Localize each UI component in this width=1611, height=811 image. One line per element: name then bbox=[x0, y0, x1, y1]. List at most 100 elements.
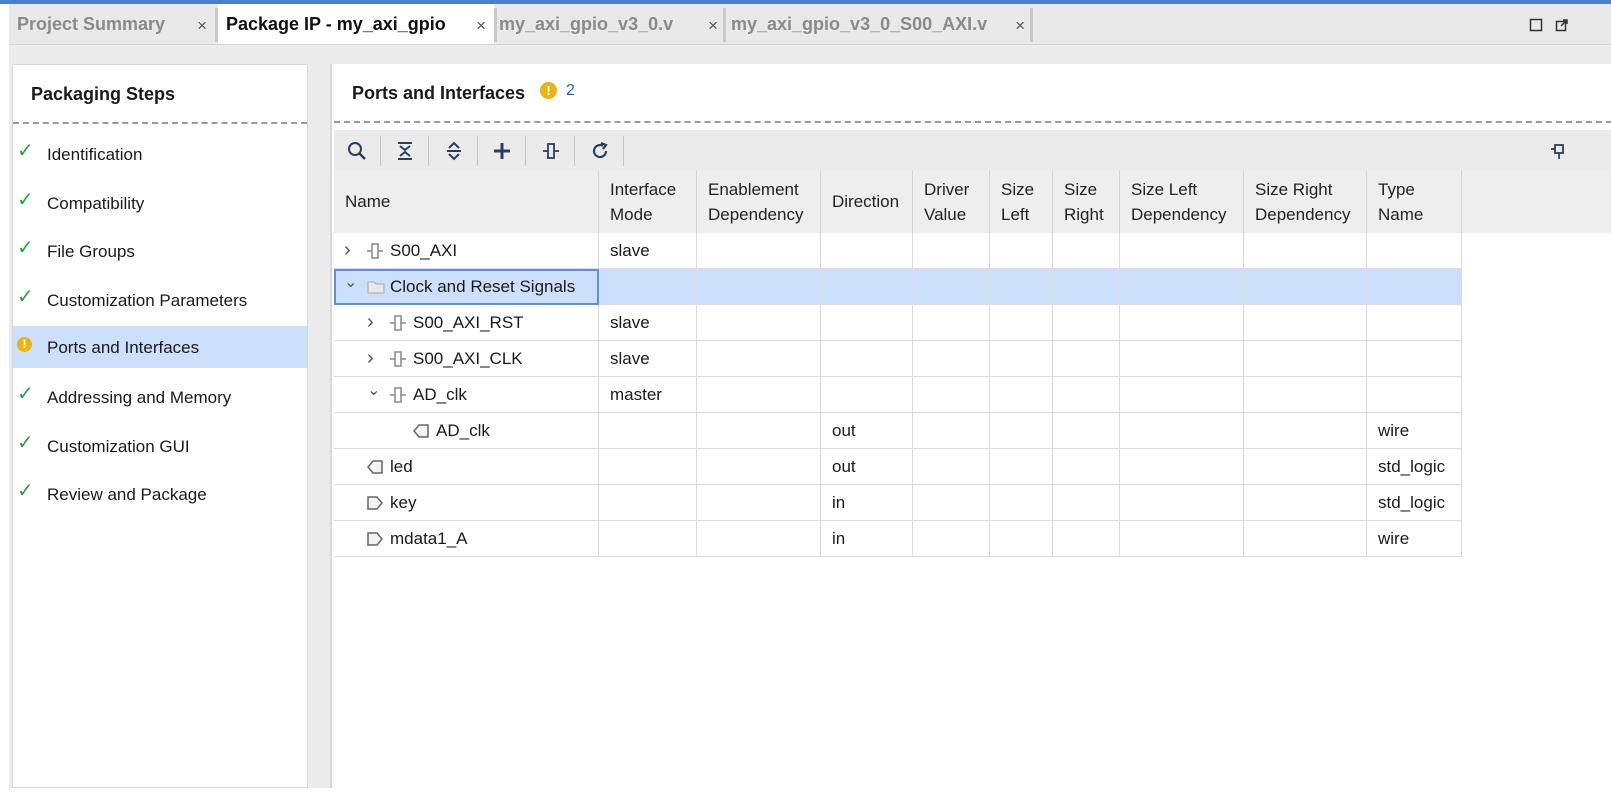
warning-icon[interactable]: ! bbox=[540, 82, 557, 99]
col-size-left-dependency[interactable]: Size Left Dependency bbox=[1120, 170, 1244, 233]
table-cell bbox=[1053, 305, 1120, 341]
toolbar-separator bbox=[623, 136, 624, 166]
tab-project-summary[interactable]: Project Summary × bbox=[9, 4, 215, 44]
collapse-all-icon[interactable] bbox=[390, 136, 420, 166]
step-label: File Groups bbox=[47, 242, 135, 261]
port-name: key bbox=[390, 493, 417, 512]
close-icon[interactable]: × bbox=[476, 16, 486, 36]
search-icon[interactable] bbox=[342, 136, 372, 166]
table-cell bbox=[1053, 269, 1120, 305]
table-row[interactable]: led out std_logic bbox=[334, 449, 1462, 485]
chevron-right-icon[interactable]: › bbox=[367, 340, 374, 376]
table-cell bbox=[599, 521, 697, 557]
add-icon[interactable] bbox=[487, 136, 517, 166]
tab-package-ip[interactable]: Package IP - my_axi_gpio × bbox=[218, 4, 494, 44]
col-size-left[interactable]: Size Left bbox=[990, 170, 1053, 233]
packaging-steps-panel: Packaging Steps ✓ Identification ✓ Compa… bbox=[12, 64, 308, 788]
step-ports-and-interfaces[interactable]: ! Ports and Interfaces bbox=[13, 326, 307, 368]
check-icon: ✓ bbox=[17, 286, 34, 308]
refresh-icon[interactable] bbox=[585, 136, 615, 166]
check-icon: ✓ bbox=[17, 140, 34, 162]
table-cell bbox=[913, 341, 990, 377]
table-cell bbox=[599, 449, 697, 485]
tab-label: my_axi_gpio_v3_0.v bbox=[499, 13, 674, 34]
table-cell bbox=[1244, 521, 1367, 557]
table-cell bbox=[697, 341, 821, 377]
step-customization-parameters[interactable]: ✓ Customization Parameters bbox=[13, 279, 307, 321]
bus-interface-icon bbox=[390, 387, 406, 408]
table-cell bbox=[1120, 413, 1244, 449]
check-icon: ✓ bbox=[17, 383, 34, 405]
table-cell bbox=[1120, 485, 1244, 521]
table-cell bbox=[1053, 233, 1120, 269]
port-name: mdata1_A bbox=[390, 529, 468, 548]
table-row[interactable]: ⌄ AD_clk master bbox=[334, 377, 1462, 413]
col-type-name[interactable]: Type Name bbox=[1367, 170, 1462, 233]
toolbar-separator bbox=[477, 136, 478, 166]
close-icon[interactable]: × bbox=[1015, 16, 1025, 36]
step-identification[interactable]: ✓ Identification bbox=[13, 133, 307, 175]
col-enablement-dependency[interactable]: Enablement Dependency bbox=[697, 170, 821, 233]
check-icon: ✓ bbox=[17, 432, 34, 454]
table-cell bbox=[1367, 233, 1462, 269]
col-size-right-dependency[interactable]: Size Right Dependency bbox=[1244, 170, 1367, 233]
pin-icon[interactable] bbox=[1544, 136, 1574, 166]
tab-divider bbox=[1030, 8, 1033, 42]
divider bbox=[13, 122, 307, 124]
port-name: S00_AXI_RST bbox=[413, 313, 524, 332]
table-cell bbox=[697, 233, 821, 269]
table-row[interactable]: › S00_AXI slave bbox=[334, 232, 1462, 269]
table-cell bbox=[913, 413, 990, 449]
col-driver-value[interactable]: Driver Value bbox=[913, 170, 990, 233]
table-cell bbox=[1120, 233, 1244, 269]
col-interface-mode[interactable]: Interface Mode bbox=[599, 170, 697, 233]
step-review-and-package[interactable]: ✓ Review and Package bbox=[13, 473, 307, 515]
warning-count[interactable]: 2 bbox=[566, 82, 575, 100]
table-cell bbox=[1053, 485, 1120, 521]
chevron-down-icon[interactable]: ⌄ bbox=[367, 373, 380, 409]
table-cell bbox=[821, 269, 913, 305]
col-size-right[interactable]: Size Right bbox=[1053, 170, 1120, 233]
table-cell bbox=[990, 341, 1053, 377]
step-file-groups[interactable]: ✓ File Groups bbox=[13, 230, 307, 272]
float-icon[interactable] bbox=[1555, 18, 1569, 36]
type-name-value: wire bbox=[1378, 529, 1410, 548]
direction-value: in bbox=[832, 529, 846, 548]
table-cell bbox=[990, 485, 1053, 521]
port-name: S00_AXI_CLK bbox=[413, 349, 523, 368]
interface-icon[interactable] bbox=[536, 136, 566, 166]
col-direction[interactable]: Direction bbox=[821, 170, 913, 233]
col-name[interactable]: Name bbox=[334, 170, 599, 233]
close-icon[interactable]: × bbox=[197, 16, 207, 36]
table-cell bbox=[913, 269, 990, 305]
table-row[interactable]: › S00_AXI_RST slave bbox=[334, 304, 1462, 341]
table-row[interactable]: AD_clk out wire bbox=[334, 413, 1462, 449]
table-cell bbox=[1244, 485, 1367, 521]
table-cell bbox=[913, 377, 990, 413]
interface-mode-value: slave bbox=[610, 313, 650, 332]
step-addressing-and-memory[interactable]: ✓ Addressing and Memory bbox=[13, 376, 307, 418]
step-customization-gui[interactable]: ✓ Customization GUI bbox=[13, 425, 307, 467]
table-row[interactable]: mdata1_A in wire bbox=[334, 521, 1462, 557]
tab-my-axi-gpio-s00-axi[interactable]: my_axi_gpio_v3_0_S00_AXI.v × bbox=[723, 4, 1033, 44]
step-compatibility[interactable]: ✓ Compatibility bbox=[13, 182, 307, 224]
step-label: Customization Parameters bbox=[47, 291, 248, 310]
chevron-right-icon[interactable]: › bbox=[344, 232, 351, 268]
table-row[interactable]: key in std_logic bbox=[334, 485, 1462, 521]
table-row[interactable]: › S00_AXI_CLK slave bbox=[334, 340, 1462, 377]
table-cell bbox=[990, 305, 1053, 341]
ports-toolbar bbox=[334, 130, 1611, 170]
direction-value: out bbox=[832, 421, 856, 440]
restore-icon[interactable] bbox=[1529, 18, 1543, 36]
chevron-right-icon[interactable]: › bbox=[367, 304, 374, 340]
table-cell bbox=[599, 269, 697, 305]
table-cell bbox=[821, 341, 913, 377]
close-icon[interactable]: × bbox=[708, 16, 718, 36]
table-cell bbox=[913, 449, 990, 485]
tab-my-axi-gpio-v3[interactable]: my_axi_gpio_v3_0.v × bbox=[491, 4, 726, 44]
port-name: led bbox=[390, 457, 413, 476]
table-cell bbox=[990, 413, 1053, 449]
table-cell bbox=[913, 521, 990, 557]
table-cell bbox=[1244, 449, 1367, 485]
expand-all-icon[interactable] bbox=[439, 136, 469, 166]
